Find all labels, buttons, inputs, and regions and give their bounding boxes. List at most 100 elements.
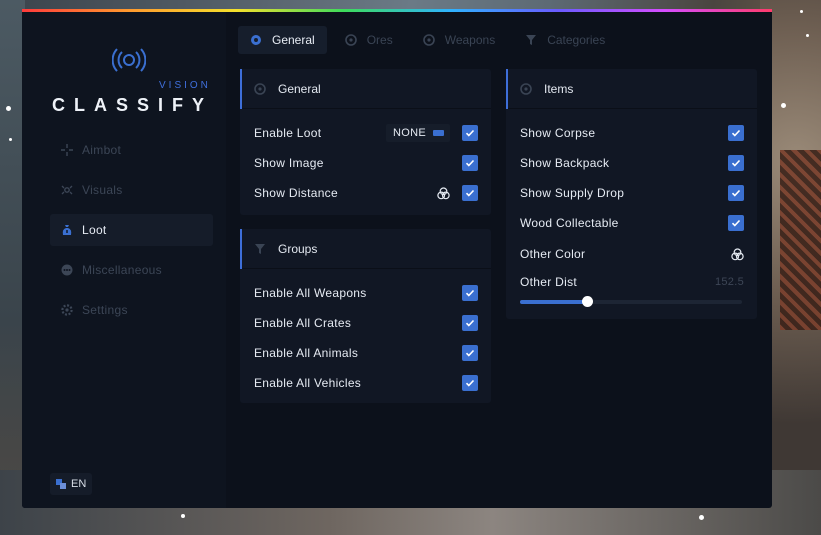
option-label: Enable All Weapons [254, 286, 367, 300]
color-picker-icon[interactable] [437, 187, 450, 200]
show-supply-drop-checkbox[interactable] [728, 185, 744, 201]
group-row: Enable All Animals [240, 342, 491, 364]
general-panel: General Enable Loot NONE Show Image Show… [240, 69, 491, 215]
show-image-checkbox[interactable] [462, 155, 478, 171]
sidebar-item-label: Settings [82, 303, 128, 317]
filter-icon [254, 243, 266, 255]
gear-icon [61, 304, 73, 316]
background-dot [806, 34, 809, 37]
background-dot [699, 515, 704, 520]
show-backpack-checkbox[interactable] [728, 155, 744, 171]
option-label: Enable Loot [254, 126, 322, 140]
option-label: Other Color [520, 247, 586, 261]
check-icon [731, 159, 741, 167]
option-label: Enable All Vehicles [254, 376, 362, 390]
sidebar-item-aimbot[interactable]: Aimbot [50, 134, 213, 166]
gear-icon [254, 82, 266, 95]
tab-ores[interactable]: Ores [333, 26, 405, 54]
items-panel: Items Show Corpse Show Backpack Show Sup… [506, 69, 757, 319]
item-row: Wood Collectable [506, 212, 757, 234]
groups-panel: Groups Enable All Weapons Enable All Cra… [240, 229, 491, 403]
panel-title: Items [544, 81, 574, 96]
group-row: Enable All Vehicles [240, 372, 491, 394]
sidebar-item-visuals[interactable]: Visuals [50, 174, 213, 206]
tab-weapons[interactable]: Weapons [411, 26, 507, 54]
keybind-selector[interactable]: NONE [386, 124, 450, 142]
gear-icon [250, 34, 262, 46]
slider-fill [520, 300, 587, 304]
enable-loot-row: Enable Loot NONE [240, 122, 491, 144]
sidebar-item-label: Aimbot [82, 143, 122, 157]
slider-value: 152.5 [714, 276, 744, 288]
sidebar-nav: Aimbot Visuals Loot Miscellaneous Settin… [50, 134, 213, 334]
panel-title: Groups [278, 241, 318, 256]
item-row: Show Backpack [506, 152, 757, 174]
group-row: Enable All Crates [240, 312, 491, 334]
option-label: Show Corpse [520, 126, 596, 140]
check-icon [731, 219, 741, 227]
tab-label: General [272, 33, 315, 47]
group-row: Enable All Weapons [240, 282, 491, 304]
show-distance-checkbox[interactable] [462, 185, 478, 201]
option-label: Enable All Animals [254, 346, 359, 360]
option-label: Wood Collectable [520, 216, 619, 230]
background-dot [6, 106, 11, 111]
option-label: Show Supply Drop [520, 186, 625, 200]
background-dot [800, 10, 803, 13]
panel-header: Groups [240, 229, 491, 269]
dots-icon [61, 264, 73, 276]
tab-general[interactable]: General [238, 26, 327, 54]
sidebar: VISION CLASSIFY Aimbot Visuals Loot Misc… [22, 12, 226, 508]
option-label: Show Image [254, 156, 324, 170]
sidebar-item-loot[interactable]: Loot [50, 214, 213, 246]
tab-categories[interactable]: Categories [513, 26, 617, 54]
eye-icon [61, 184, 73, 196]
filter-icon [525, 34, 537, 46]
check-icon [465, 189, 475, 197]
option-label: Other Dist [520, 275, 578, 289]
enable-all-weapons-checkbox[interactable] [462, 285, 478, 301]
check-icon [465, 319, 475, 327]
wood-collectable-checkbox[interactable] [728, 215, 744, 231]
bag-icon [61, 224, 73, 236]
keybind-value: NONE [393, 127, 426, 139]
panel-title: General [278, 81, 321, 96]
language-label: EN [71, 478, 87, 490]
check-icon [465, 289, 475, 297]
sidebar-item-label: Loot [82, 223, 107, 237]
check-icon [731, 189, 741, 197]
sidebar-item-miscellaneous[interactable]: Miscellaneous [50, 254, 213, 286]
sidebar-item-settings[interactable]: Settings [50, 294, 213, 326]
check-icon [731, 129, 741, 137]
enable-loot-checkbox[interactable] [462, 125, 478, 141]
slider-handle[interactable] [582, 296, 593, 307]
show-corpse-checkbox[interactable] [728, 125, 744, 141]
tab-bar: General Ores Weapons Categories [238, 26, 623, 54]
translate-icon [56, 479, 66, 489]
item-row: Show Corpse [506, 122, 757, 144]
other-dist-row: Other Dist 152.5 [506, 271, 757, 293]
color-picker-icon[interactable] [731, 248, 744, 261]
enable-all-animals-checkbox[interactable] [462, 345, 478, 361]
check-icon [465, 379, 475, 387]
option-label: Show Backpack [520, 156, 610, 170]
sidebar-item-label: Miscellaneous [82, 263, 162, 277]
background-dot [9, 138, 12, 141]
check-icon [465, 129, 475, 137]
logo-icon [112, 48, 146, 72]
show-image-row: Show Image [240, 152, 491, 174]
keyboard-icon [433, 130, 444, 136]
other-color-row: Other Color [506, 243, 757, 265]
gear-icon [422, 34, 435, 46]
language-selector[interactable]: EN [50, 473, 92, 495]
background-dot [781, 103, 786, 108]
sidebar-item-label: Visuals [82, 183, 123, 197]
cheat-menu-window: VISION CLASSIFY Aimbot Visuals Loot Misc… [22, 12, 772, 508]
other-dist-slider[interactable] [520, 296, 742, 307]
option-label: Enable All Crates [254, 316, 352, 330]
background-basket [780, 150, 821, 330]
enable-all-crates-checkbox[interactable] [462, 315, 478, 331]
option-label: Show Distance [254, 186, 338, 200]
logo-subtitle: VISION [159, 80, 211, 91]
enable-all-vehicles-checkbox[interactable] [462, 375, 478, 391]
